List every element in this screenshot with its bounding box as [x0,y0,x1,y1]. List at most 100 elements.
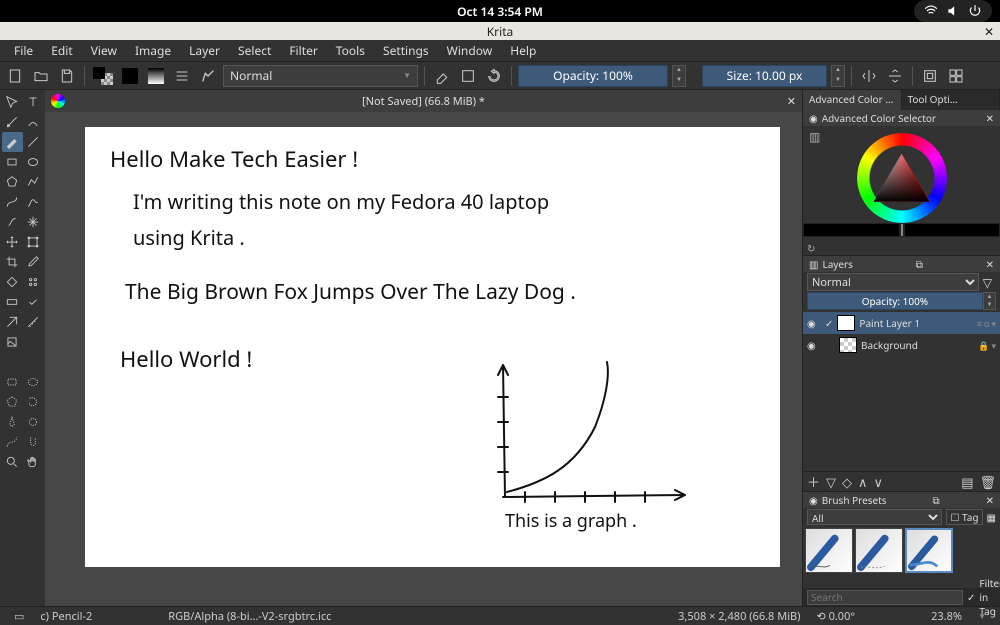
mirror-h-button[interactable] [858,65,880,87]
freehand-brush-tool[interactable] [2,132,23,152]
fg-bg-color[interactable] [91,65,115,87]
sb-zoom-dropdown[interactable]: ▼ [970,611,994,622]
transform-tool[interactable] [2,92,23,112]
polygon-tool[interactable] [2,172,23,192]
menu-settings[interactable]: Settings [375,40,437,61]
brush-preset[interactable] [805,528,853,573]
assistant-tool[interactable] [2,312,23,332]
color-picker-tool[interactable] [23,252,44,272]
move-up-button[interactable]: ∧ [858,473,868,491]
dynamic-brush-tool[interactable] [2,212,23,232]
sb-selection-icon[interactable]: ▭ [6,609,32,624]
workspace-button[interactable] [945,65,967,87]
poly-select-tool[interactable] [2,392,23,412]
ellipse-select-tool[interactable] [23,372,44,392]
open-file-button[interactable] [30,65,52,87]
preset-tag-filter[interactable]: All [807,509,942,525]
pattern-edit-tool[interactable] [23,272,44,292]
brush-close-icon[interactable]: ✕ [986,493,994,507]
document-tab[interactable]: [Not Saved] (66.8 MiB) * ✕ [45,90,802,112]
preset-search-input[interactable] [807,590,963,605]
wrap-around-button[interactable] [919,65,941,87]
ellipse-tool[interactable] [23,152,44,172]
duplicate-layer-button[interactable]: ◇ [842,473,852,491]
color-refresh-icon[interactable]: ↻ [807,241,815,255]
sb-zoom[interactable]: 23.8% [923,609,970,624]
gradient-swatch[interactable] [145,65,167,87]
color-history[interactable] [803,223,1000,237]
menu-file[interactable]: File [6,40,41,61]
layer-props-icon[interactable]: ≡ [977,317,982,330]
layer-blend-select[interactable]: Normal [807,273,979,291]
preset-view-icon[interactable]: ▦ [987,510,996,524]
edit-shapes-tool[interactable] [2,112,23,132]
polyline-tool[interactable] [23,172,44,192]
menu-layer[interactable]: Layer [181,40,228,61]
opacity-spinner[interactable]: ▲▼ [672,65,686,87]
delete-layer-button[interactable]: 🗑 [979,473,996,491]
visibility-icon[interactable]: ◉ [807,316,821,330]
freehand-path-tool[interactable] [23,192,44,212]
layer-opacity-spinner[interactable]: ▲▼ [983,292,996,310]
menu-image[interactable]: Image [127,40,179,61]
sb-angle[interactable]: ⟲ 0.00° [808,609,863,624]
reload-brush-button[interactable] [483,65,505,87]
lock-icon[interactable]: 🔒 [978,339,989,352]
rect-select-tool[interactable] [2,372,23,392]
pan-tool[interactable] [23,452,44,472]
brush-settings-button[interactable] [171,65,193,87]
zoom-tool[interactable] [2,452,23,472]
size-spinner[interactable]: ▲▼ [831,65,845,87]
tab-close-button[interactable]: ✕ [787,94,796,109]
layers-float-icon[interactable]: ⧉ [916,257,923,271]
alpha-icon[interactable]: α [984,317,990,330]
menu-window[interactable]: Window [439,40,501,61]
multibrush-tool[interactable] [23,212,44,232]
save-button[interactable] [56,65,78,87]
brush-float-icon[interactable]: ⧉ [933,493,940,507]
layer-filter-icon[interactable]: ▽ [979,274,996,291]
menu-help[interactable]: Help [502,40,544,61]
line-tool[interactable] [23,132,44,152]
layer-properties-button[interactable]: ▤ [961,473,973,491]
menu-filter[interactable]: Filter [281,40,325,61]
menu-view[interactable]: View [83,40,125,61]
text-tool[interactable] [23,92,44,112]
blend-mode-select[interactable]: Normal▼ [223,65,418,87]
layers-close-icon[interactable]: ✕ [986,257,994,271]
menu-select[interactable]: Select [230,40,279,61]
os-tray[interactable] [914,0,992,22]
fill-tool[interactable] [2,272,23,292]
window-close-button[interactable]: ✕ [984,23,994,40]
measure-tool[interactable] [23,312,44,332]
visibility-icon[interactable]: ◉ [807,338,821,352]
sb-colorspace[interactable]: RGB/Alpha (8-bi…-V2-srgbtrc.icc [160,609,339,624]
tab-color-selector[interactable]: Advanced Color Selec… [803,90,902,110]
magnetic-select-tool[interactable] [23,432,44,452]
similar-select-tool[interactable] [23,412,44,432]
color-options-icon[interactable]: ▥ [809,128,820,145]
layer-row[interactable]: ◉ Background 🔒▾ [803,334,1000,356]
bezier-select-tool[interactable] [2,432,23,452]
move-tool[interactable] [2,232,23,252]
menu-edit[interactable]: Edit [43,40,80,61]
eraser-toggle[interactable] [431,65,453,87]
canvas-viewport[interactable]: Hello Make Tech Easier ! I'm writing thi… [45,112,802,606]
new-file-button[interactable] [4,65,26,87]
bezier-tool[interactable] [2,192,23,212]
layer-down-button[interactable]: ▽ [826,473,836,491]
canvas[interactable]: Hello Make Tech Easier ! I'm writing thi… [85,127,780,567]
smart-patch-tool[interactable] [23,292,44,312]
advanced-color-selector[interactable]: ▥ [803,126,1000,241]
brush-preset[interactable] [855,528,903,573]
layer-opacity-slider[interactable]: Opacity: 100% [807,292,983,310]
rectangle-tool[interactable] [2,152,23,172]
free-select-tool[interactable] [23,392,44,412]
tab-tool-options[interactable]: Tool Opti… [902,90,1000,110]
menu-tools[interactable]: Tools [328,40,373,61]
opacity-slider[interactable]: Opacity: 100% [518,65,668,87]
mirror-v-button[interactable] [884,65,906,87]
layer-row[interactable]: ◉ ✓ Paint Layer 1 ≡α▾ [803,312,1000,334]
brush-size-slider[interactable]: Size: 10.00 px [702,65,827,87]
tag-button[interactable]: ☐ Tag [946,509,982,525]
